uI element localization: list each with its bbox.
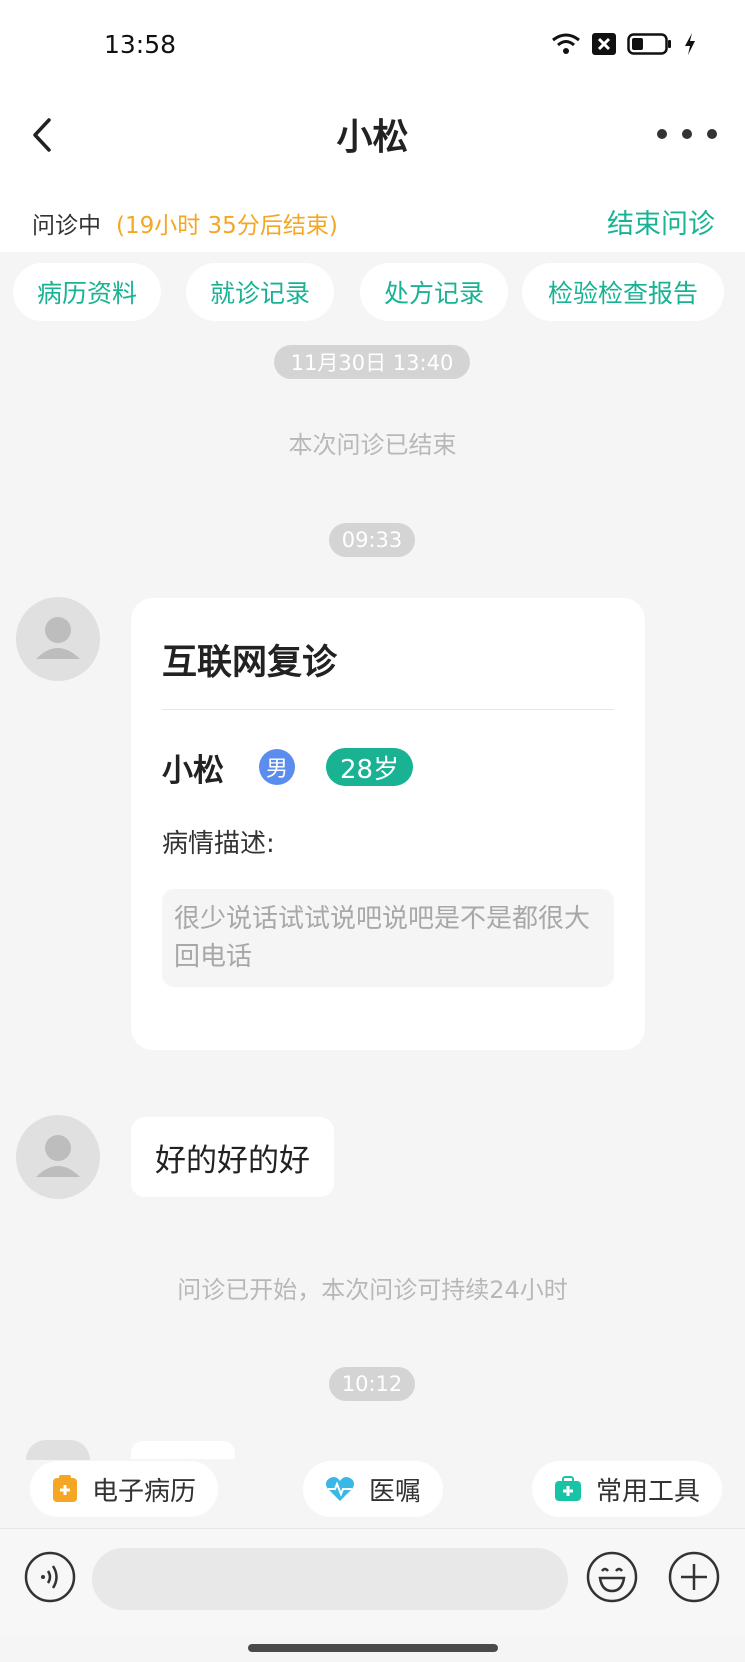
medical-record-icon — [53, 1475, 77, 1502]
user-icon — [36, 617, 80, 659]
end-consult-button[interactable]: 结束问诊 — [607, 202, 715, 241]
chip-medical-records[interactable]: 病历资料 — [13, 263, 161, 321]
divider — [162, 709, 614, 710]
timestamp: 11月30日 13:40 — [274, 345, 470, 379]
description-label: 病情描述: — [162, 829, 275, 859]
medical-kit-icon — [555, 1476, 581, 1501]
status-bar: 13:58 — [0, 0, 745, 90]
emoji-icon — [586, 1551, 638, 1603]
consult-status-row: 问诊中 (19小时 35分后结束) 结束问诊 — [0, 190, 745, 252]
common-tools-button[interactable]: 常用工具 — [532, 1461, 723, 1517]
chip-lab-reports[interactable]: 检验检查报告 — [522, 263, 724, 321]
card-title: 互联网复诊 — [162, 643, 338, 683]
more-dot — [682, 129, 692, 139]
message-bubble-partial — [131, 1441, 235, 1459]
consult-card[interactable]: 互联网复诊 小松 男 28岁 病情描述: 很少说话试试说吧说吧是不是都很大回电话 — [131, 598, 645, 1050]
wifi-icon — [552, 33, 580, 54]
battery-icon — [627, 33, 671, 55]
system-icons — [551, 32, 697, 56]
chip-prescription-records[interactable]: 处方记录 — [360, 263, 508, 321]
voice-button[interactable] — [24, 1551, 76, 1607]
message-bubble[interactable]: 好的好的好 — [131, 1117, 334, 1197]
patient-name: 小松 — [162, 753, 224, 789]
clock: 13:58 — [104, 30, 177, 59]
description-text: 很少说话试试说吧说吧是不是都很大回电话 — [162, 889, 614, 987]
gender-badge: 男 — [259, 749, 295, 785]
back-button[interactable] — [22, 110, 62, 160]
charging-icon — [685, 33, 695, 55]
nav-header: 小松 — [0, 90, 745, 190]
doctor-advice-label: 医嘱 — [369, 1476, 422, 1507]
emoji-button[interactable] — [586, 1551, 638, 1607]
message-input[interactable] — [92, 1548, 568, 1610]
emr-label: 电子病历 — [92, 1476, 197, 1507]
consult-status-label: 问诊中 — [32, 213, 101, 239]
emr-button[interactable]: 电子病历 — [30, 1461, 219, 1517]
voice-icon — [24, 1551, 76, 1603]
system-message-started: 问诊已开始，本次问诊可持续24小时 — [177, 1276, 568, 1304]
common-tools-label: 常用工具 — [596, 1476, 701, 1507]
remaining-time: (19小时 35分后结束) — [116, 213, 338, 239]
avatar[interactable] — [16, 597, 100, 681]
chevron-left-icon — [33, 118, 51, 152]
more-options-button[interactable] — [668, 1551, 720, 1607]
user-icon — [36, 1135, 80, 1177]
system-message-ended: 本次问诊已结束 — [288, 431, 457, 459]
more-dot — [657, 129, 667, 139]
more-dot — [707, 129, 717, 139]
chip-visit-records[interactable]: 就诊记录 — [186, 263, 334, 321]
input-bar — [0, 1528, 745, 1635]
timestamp: 09:33 — [329, 523, 415, 557]
sim-off-icon — [592, 33, 616, 55]
plus-circle-icon — [668, 1551, 720, 1603]
age-badge: 28岁 — [326, 748, 414, 786]
page-title: 小松 — [336, 117, 409, 158]
doctor-advice-button[interactable]: 医嘱 — [303, 1461, 444, 1517]
timestamp: 10:12 — [329, 1367, 415, 1401]
avatar[interactable] — [16, 1115, 100, 1199]
avatar-partial — [26, 1440, 90, 1460]
home-indicator[interactable] — [248, 1644, 498, 1652]
heart-pulse-icon — [325, 1477, 355, 1501]
more-button[interactable] — [657, 112, 717, 156]
